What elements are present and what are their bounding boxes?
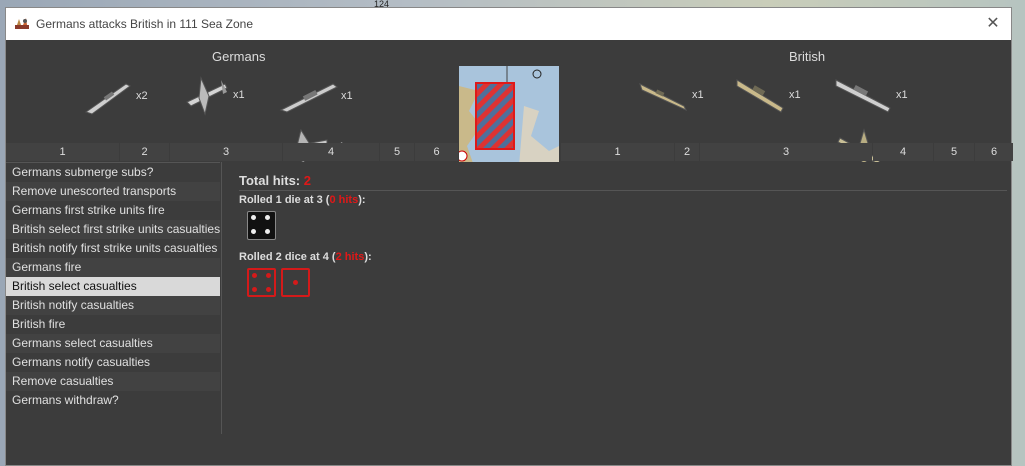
roll-1-label: Rolled 1 die at 3 (0 hits): — [239, 194, 366, 206]
roll-2-label: Rolled 2 dice at 4 (2 hits): — [239, 251, 372, 263]
attacker-die-5: 5 — [380, 143, 414, 161]
attacker-die-4: 4 — [283, 143, 379, 161]
die-pip — [265, 215, 270, 220]
cruiser-icon — [835, 79, 891, 113]
defender-unit-destroyer: x1 — [638, 76, 704, 114]
roll-2-suffix: ): — [364, 251, 372, 263]
defender-die-3: 3 — [700, 143, 872, 161]
unit-count: x1 — [896, 89, 908, 101]
die-pip — [266, 273, 271, 278]
battleship-icon — [84, 83, 131, 115]
defender-die-5: 5 — [934, 143, 974, 161]
title-bar: Germans attacks British in 111 Sea Zone … — [6, 8, 1011, 40]
battle-step-item[interactable]: Germans notify casualties — [6, 353, 220, 372]
unit-count: x2 — [136, 90, 148, 102]
die-pip — [293, 280, 298, 285]
attacker-die-2: 2 — [120, 143, 169, 161]
battle-step-item[interactable]: British select first strike units casual… — [6, 220, 220, 239]
die-face-4 — [247, 268, 276, 297]
defender-unit-cruiser: x1 — [834, 74, 908, 116]
battle-steps-list: Germans submerge subs? Remove unescorted … — [6, 162, 220, 434]
die-pip — [252, 287, 257, 292]
attacker-unit-fighter: x1 — [181, 72, 245, 118]
roll-2-prefix: Rolled 2 dice at 4 ( — [239, 251, 336, 263]
battle-step-item[interactable]: Germans select casualties — [6, 334, 220, 353]
cruiser-icon — [279, 83, 338, 113]
battle-step-item[interactable]: Germans fire — [6, 258, 220, 277]
roll-1-suffix: ): — [358, 194, 366, 206]
attacker-unit-battleship: x2 — [82, 74, 148, 118]
die-face-1 — [281, 268, 310, 297]
destroyer-icon — [639, 83, 688, 112]
attacker-unit-cruiser: x1 — [279, 76, 353, 116]
unit-count: x1 — [789, 89, 801, 101]
attacker-die-6: 6 — [415, 143, 458, 161]
dice-results-panel: Total hits: 2 Rolled 1 die at 3 (0 hits)… — [221, 162, 1011, 434]
attacker-die-3: 3 — [170, 143, 282, 161]
divider — [239, 190, 1007, 191]
roll-1-hits: 0 hits — [329, 194, 359, 206]
die-face-4 — [247, 211, 276, 240]
fighter-plane-icon — [186, 76, 228, 116]
defender-die-1: 1 — [561, 143, 674, 161]
die-pip — [251, 229, 256, 234]
battle-step-item[interactable]: Remove unescorted transports — [6, 182, 220, 201]
total-hits-value: 2 — [303, 173, 311, 188]
unit-count: x1 — [233, 89, 245, 101]
battle-step-item[interactable]: British notify casualties — [6, 296, 220, 315]
defender-name: British — [789, 49, 826, 64]
battle-dialog: Germans attacks British in 111 Sea Zone … — [5, 7, 1013, 466]
battleship-icon — [736, 79, 784, 113]
battle-step-item[interactable]: British fire — [6, 315, 220, 334]
battle-step-item[interactable]: British notify first strike units casual… — [6, 239, 220, 258]
battle-step-item[interactable]: Germans first strike units fire — [6, 201, 220, 220]
battle-step-item[interactable]: Remove casualties — [6, 372, 220, 391]
unit-count: x1 — [692, 89, 704, 101]
roll-2-hits: 2 hits — [335, 251, 365, 263]
defender-die-2: 2 — [675, 143, 699, 161]
attacker-die-1: 1 — [6, 143, 119, 161]
battle-step-item[interactable]: Germans withdraw? — [6, 391, 220, 410]
battle-step-item[interactable]: British select casualties — [6, 277, 220, 296]
die-pip — [266, 287, 271, 292]
defender-die-6: 6 — [975, 143, 1013, 161]
die-number-row: 1 2 3 4 5 6 1 2 3 4 5 6 — [6, 143, 1013, 161]
battle-app-icon — [15, 18, 29, 29]
close-button[interactable]: ✕ — [983, 14, 1003, 34]
total-hits-label: Total hits: — [239, 173, 304, 188]
die-pip — [252, 273, 257, 278]
die-pip — [251, 215, 256, 220]
window-title: Germans attacks British in 111 Sea Zone — [36, 17, 253, 31]
roll-1-prefix: Rolled 1 die at 3 ( — [239, 194, 330, 206]
die-pip — [265, 229, 270, 234]
defender-unit-battleship: x1 — [735, 74, 801, 116]
defender-die-4: 4 — [873, 143, 933, 161]
total-hits: Total hits: 2 — [239, 173, 311, 188]
battle-step-item[interactable]: Germans submerge subs? — [6, 163, 220, 182]
unit-count: x1 — [341, 90, 353, 102]
attacker-name: Germans — [212, 49, 266, 64]
